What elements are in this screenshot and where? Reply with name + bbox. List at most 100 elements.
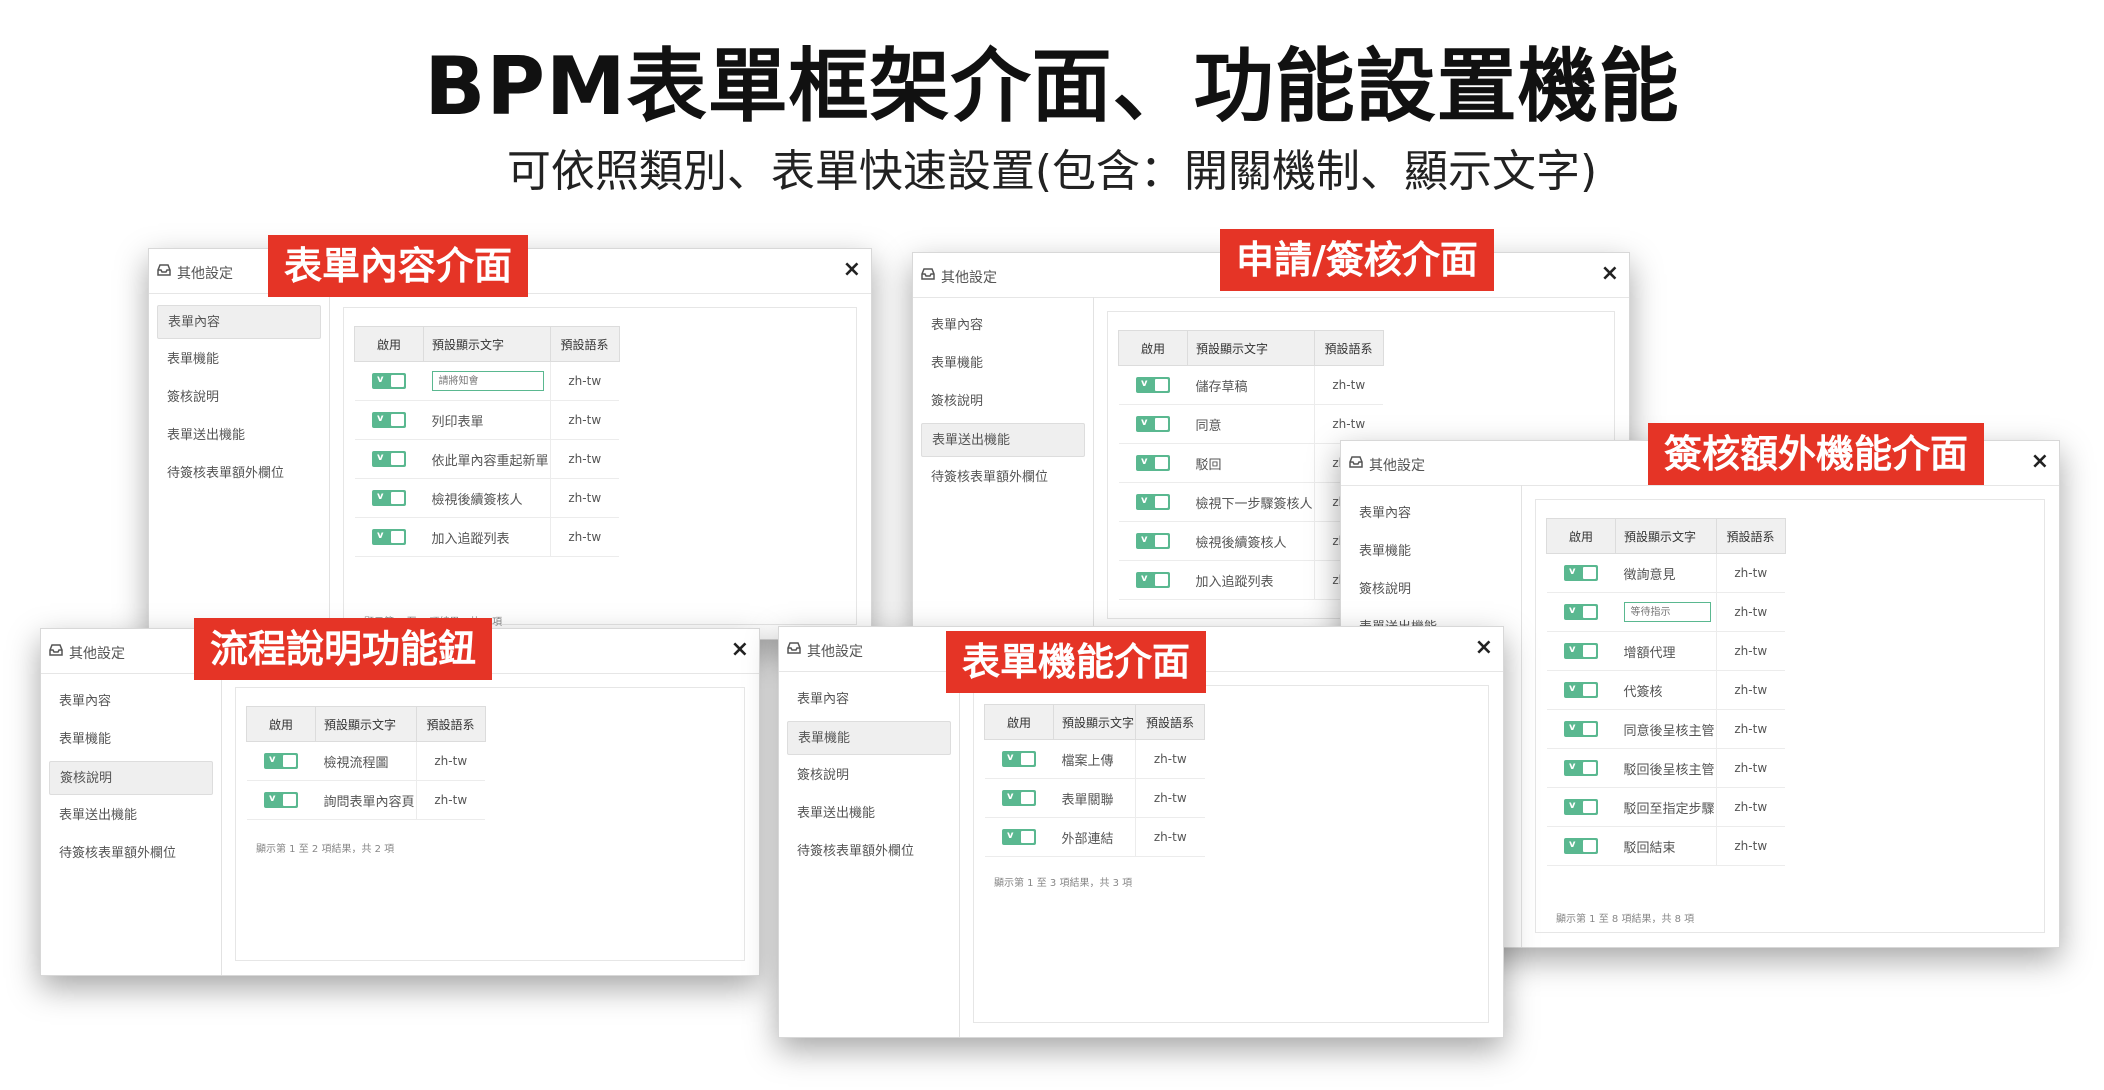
table-row: v 駁回至指定步驟 zh-tw <box>1546 787 1786 827</box>
sidebar-item[interactable]: 簽核說明 <box>157 381 321 415</box>
close-icon[interactable]: × <box>731 637 749 662</box>
check-icon: v <box>1007 752 1014 763</box>
settings-content: 啟用 預設顯示文字 預設語系 v 徵詢意見 zh-tw v 等待指示 zh-tw v 增額代理 zh-… <box>1521 485 2059 947</box>
col-display-text: 預設顯示文字 <box>1615 518 1717 554</box>
close-icon[interactable]: × <box>1475 635 1493 660</box>
enable-toggle[interactable]: v <box>1564 799 1598 815</box>
check-icon: v <box>1007 791 1014 802</box>
table-row: v 詢問表單內容頁 zh-tw <box>246 780 486 820</box>
enable-toggle[interactable]: v <box>1564 643 1598 659</box>
pagination-info: 顯示第 1 至 8 項結果，共 8 項 <box>1556 914 1695 925</box>
language-value: zh-tw <box>1135 739 1205 779</box>
table-row: v 駁回結束 zh-tw <box>1546 826 1786 866</box>
enable-toggle[interactable]: v <box>1002 829 1036 845</box>
display-text-input[interactable]: 等待指示 <box>1623 602 1711 622</box>
enable-toggle[interactable]: v <box>1136 455 1170 471</box>
close-icon[interactable]: × <box>843 257 861 282</box>
display-text: 同意後呈核主管 <box>1615 709 1717 749</box>
enable-toggle[interactable]: v <box>1564 760 1598 776</box>
sidebar-item[interactable]: 表單機能 <box>921 347 1085 381</box>
col-enable: 啟用 <box>354 326 424 362</box>
enable-toggle[interactable]: v <box>372 451 406 467</box>
settings-sidebar: 表單內容表單機能簽核說明表單送出機能待簽核表單額外欄位 <box>779 671 960 1037</box>
sidebar-item[interactable]: 表單內容 <box>921 309 1085 343</box>
enable-toggle[interactable]: v <box>1564 838 1598 854</box>
sidebar-item[interactable]: 表單內容 <box>49 685 213 719</box>
language-value: zh-tw <box>415 780 486 820</box>
sidebar-item[interactable]: 表單機能 <box>49 723 213 757</box>
enable-toggle[interactable]: v <box>1564 604 1598 620</box>
enable-toggle[interactable]: v <box>372 529 406 545</box>
enable-toggle[interactable]: v <box>1136 377 1170 393</box>
sidebar-item[interactable]: 表單送出機能 <box>49 799 213 833</box>
check-icon: v <box>1141 456 1148 467</box>
sidebar-item[interactable]: 簽核說明 <box>787 759 951 793</box>
enable-toggle[interactable]: v <box>1136 572 1170 588</box>
sidebar-item[interactable]: 表單內容 <box>1349 497 1513 531</box>
display-text: 同意 <box>1187 404 1315 444</box>
check-icon: v <box>269 793 276 804</box>
close-icon[interactable]: × <box>2031 449 2049 474</box>
content-panel: 啟用 預設顯示文字 預設語系 v 檢視流程圖 zh-tw v 詢問表單內容頁 zh-tw 顯示第 … <box>235 687 745 961</box>
table-row: v 等待指示 zh-tw <box>1546 592 1786 632</box>
col-language: 預設語系 <box>1313 330 1384 366</box>
display-text: 徵詢意見 <box>1615 553 1717 593</box>
enable-toggle[interactable]: v <box>1002 790 1036 806</box>
settings-table: 啟用 預設顯示文字 預設語系 v 檔案上傳 zh-tw v 表單關聯 zh-tw v 外部連結 zh-… <box>984 704 1206 857</box>
enable-toggle[interactable]: v <box>372 412 406 428</box>
sidebar-item[interactable]: 待簽核表單額外欄位 <box>49 837 213 871</box>
sidebar-item[interactable]: 表單機能 <box>157 343 321 377</box>
sidebar-item[interactable]: 表單送出機能 <box>157 419 321 453</box>
sidebar-item[interactable]: 簽核說明 <box>921 385 1085 419</box>
table-row: v 依此單內容重起新單 zh-tw <box>354 439 620 479</box>
display-text: 儲存草稿 <box>1187 365 1315 405</box>
enable-toggle[interactable]: v <box>372 373 406 389</box>
sidebar-item[interactable]: 待簽核表單額外欄位 <box>157 457 321 491</box>
sidebar-item[interactable]: 簽核說明 <box>49 761 213 795</box>
sidebar-item[interactable]: 表單送出機能 <box>921 423 1085 457</box>
language-value: zh-tw <box>549 400 620 440</box>
content-panel: 啟用 預設顯示文字 預設語系 v 請將知會 zh-tw v 列印表單 zh-tw v 依此單內容重起… <box>343 307 857 628</box>
close-icon[interactable]: × <box>1601 261 1619 286</box>
display-text: 依此單內容重起新單 <box>423 439 551 479</box>
enable-toggle[interactable]: v <box>264 792 298 808</box>
sidebar-item[interactable]: 表單機能 <box>1349 535 1513 569</box>
enable-toggle[interactable]: v <box>1564 721 1598 737</box>
display-text: 表單關聯 <box>1053 778 1136 818</box>
sidebar-item[interactable]: 表單內容 <box>157 305 321 339</box>
enable-toggle[interactable]: v <box>1136 416 1170 432</box>
page-title: BPM表單框架介面、功能設置機能 <box>424 40 1680 133</box>
table-header-row: 啟用 預設顯示文字 預設語系 <box>1118 330 1384 366</box>
enable-toggle[interactable]: v <box>1136 494 1170 510</box>
enable-toggle[interactable]: v <box>372 490 406 506</box>
sidebar-item[interactable]: 待簽核表單額外欄位 <box>787 835 951 869</box>
check-icon: v <box>1569 605 1576 616</box>
inbox-icon <box>921 268 935 280</box>
content-panel: 啟用 預設顯示文字 預設語系 v 檔案上傳 zh-tw v 表單關聯 zh-tw v 外部連結 zh-… <box>973 685 1489 1023</box>
sidebar-item[interactable]: 表單內容 <box>787 683 951 717</box>
display-text: 加入追蹤列表 <box>423 517 551 557</box>
enable-toggle[interactable]: v <box>1136 533 1170 549</box>
check-icon: v <box>1569 839 1576 850</box>
enable-toggle[interactable]: v <box>1002 751 1036 767</box>
enable-toggle[interactable]: v <box>264 753 298 769</box>
display-text-input[interactable]: 請將知會 <box>431 371 544 391</box>
settings-table: 啟用 預設顯示文字 預設語系 v 徵詢意見 zh-tw v 等待指示 zh-tw v 增額代理 zh-… <box>1546 518 1786 866</box>
col-enable: 啟用 <box>246 706 316 742</box>
sidebar-item[interactable]: 表單送出機能 <box>787 797 951 831</box>
table-row: v 儲存草稿 zh-tw <box>1118 365 1384 405</box>
sidebar-item[interactable]: 簽核說明 <box>1349 573 1513 607</box>
dialog-title: 其他設定 <box>807 644 863 660</box>
dialog-title: 其他設定 <box>69 646 125 662</box>
settings-content: 啟用 預設顯示文字 預設語系 v 檢視流程圖 zh-tw v 詢問表單內容頁 zh-tw 顯示第 … <box>221 673 759 975</box>
enable-toggle[interactable]: v <box>1564 565 1598 581</box>
language-value: zh-tw <box>1135 778 1205 818</box>
sidebar-item[interactable]: 待簽核表單額外欄位 <box>921 461 1085 495</box>
display-text: 檢視後續簽核人 <box>423 478 551 518</box>
display-text: 駁回後呈核主管 <box>1615 748 1717 788</box>
enable-toggle[interactable]: v <box>1564 682 1598 698</box>
display-text: 檢視流程圖 <box>315 741 417 781</box>
language-value: zh-tw <box>1313 404 1384 444</box>
sidebar-item[interactable]: 表單機能 <box>787 721 951 755</box>
badge-apply-sign: 申請/簽核介面 <box>1220 229 1494 291</box>
